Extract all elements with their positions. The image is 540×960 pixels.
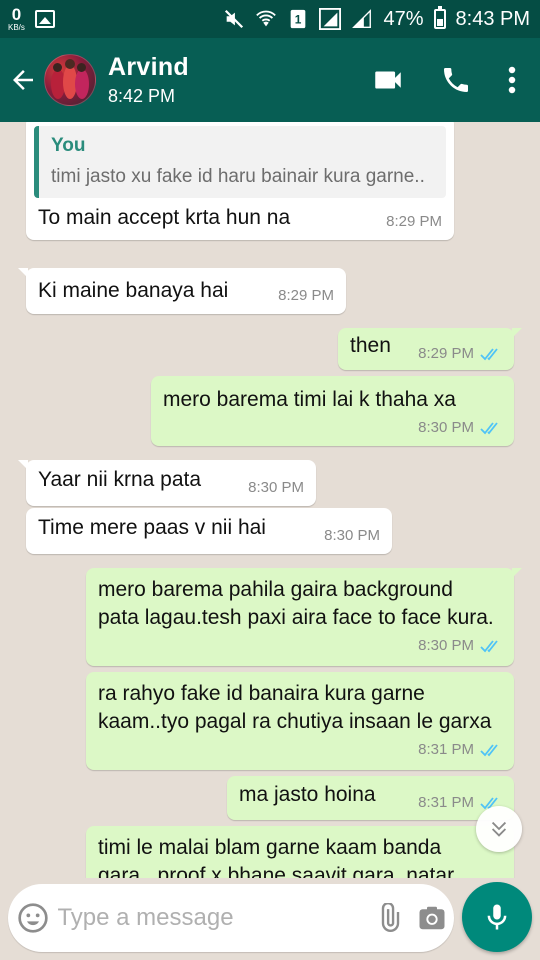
message-bubble-outgoing[interactable]: then 8:29 PM bbox=[338, 328, 522, 370]
message-text: Ki maine banaya hai bbox=[38, 279, 229, 302]
message-bubble-outgoing[interactable]: ra rahyo fake id banaira kura garne kaam… bbox=[86, 672, 514, 770]
more-options-button[interactable] bbox=[490, 50, 534, 110]
message-time: 8:29 PM bbox=[386, 213, 442, 230]
message-meta: 8:29 PM bbox=[418, 340, 502, 368]
gallery-notification-icon bbox=[34, 10, 55, 28]
quote-text: timi jasto xu fake id haru bainair kura … bbox=[51, 166, 425, 187]
paperclip-icon bbox=[381, 903, 400, 932]
wifi-icon bbox=[256, 10, 277, 27]
message-text: mero barema timi lai k thaha xa bbox=[163, 388, 456, 411]
read-receipt-icon bbox=[480, 640, 498, 653]
message-bubble-outgoing[interactable]: mero barema timi lai k thaha xa 8:30 PM bbox=[151, 376, 514, 446]
mute-icon bbox=[225, 9, 244, 29]
voice-message-button[interactable] bbox=[462, 882, 532, 952]
read-receipt-icon bbox=[480, 422, 498, 435]
camera-button[interactable] bbox=[411, 903, 454, 933]
signal-2-icon bbox=[352, 9, 372, 28]
camera-icon bbox=[419, 906, 445, 930]
message-text: ma jasto hoina bbox=[239, 783, 376, 806]
message-bubble-incoming[interactable]: Yaar nii krna pata 8:30 PM bbox=[18, 460, 316, 506]
emoji-button[interactable] bbox=[8, 902, 57, 934]
microphone-icon bbox=[487, 904, 507, 930]
scroll-to-bottom-button[interactable] bbox=[476, 806, 522, 852]
message-composer bbox=[8, 884, 454, 952]
message-time: 8:29 PM bbox=[278, 287, 334, 304]
status-left: 0 KB/s bbox=[8, 6, 55, 32]
read-receipt-icon bbox=[480, 348, 498, 361]
emoji-icon bbox=[18, 903, 48, 933]
avatar[interactable] bbox=[44, 54, 96, 106]
message-time: 8:30 PM bbox=[418, 637, 474, 654]
clock: 8:43 PM bbox=[455, 7, 530, 30]
video-call-button[interactable] bbox=[354, 50, 422, 110]
quoted-message[interactable]: You timi jasto xu fake id haru bainair k… bbox=[34, 126, 446, 198]
more-options-icon bbox=[508, 66, 516, 94]
message-time: 8:31 PM bbox=[418, 794, 474, 811]
message-text: mero barema pahila gaira background pata… bbox=[98, 578, 494, 629]
quote-author: You bbox=[51, 135, 86, 156]
status-bar: 0 KB/s 1 47% 8:43 PM bbox=[0, 0, 540, 38]
voice-call-icon bbox=[444, 68, 468, 92]
message-text: ra rahyo fake id banaira kura garne kaam… bbox=[98, 682, 492, 733]
message-bubble-outgoing[interactable]: ma jasto hoina 8:31 PM bbox=[227, 776, 514, 820]
video-call-icon bbox=[375, 71, 401, 89]
message-time: 8:30 PM bbox=[418, 419, 474, 436]
signal-icon bbox=[319, 8, 342, 30]
message-text: To main accept krta hun na bbox=[38, 206, 291, 229]
message-text: timi le malai blam garne kaam banda gara… bbox=[98, 836, 455, 878]
message-bubble-incoming[interactable]: Time mere paas v nii hai 8:30 PM bbox=[26, 508, 392, 554]
read-receipt-icon bbox=[480, 744, 498, 757]
message-bubble-outgoing[interactable]: mero barema pahila gaira background pata… bbox=[86, 568, 522, 666]
battery-percent: 47% bbox=[383, 7, 424, 30]
battery-icon bbox=[433, 6, 446, 29]
message-meta: 8:30 PM bbox=[418, 414, 502, 442]
network-speed-unit: KB/s bbox=[8, 23, 25, 32]
header-actions bbox=[354, 50, 534, 110]
message-text: Time mere paas v nii hai bbox=[38, 516, 266, 539]
message-bubble-incoming[interactable]: You timi jasto xu fake id haru bainair k… bbox=[26, 122, 454, 240]
status-right: 1 47% 8:43 PM bbox=[223, 6, 530, 31]
network-speed: 0 KB/s bbox=[8, 6, 25, 32]
message-time: 8:31 PM bbox=[418, 741, 474, 758]
chat-area[interactable]: You timi jasto xu fake id haru bainair k… bbox=[0, 122, 540, 878]
last-seen: 8:42 PM bbox=[108, 86, 176, 106]
message-text: then bbox=[350, 334, 391, 357]
sim-1-icon: 1 bbox=[291, 9, 306, 29]
message-meta: 8:30 PM bbox=[418, 632, 502, 660]
double-chevron-down-icon bbox=[491, 821, 507, 837]
message-time: 8:30 PM bbox=[324, 527, 380, 544]
message-bubble-incoming[interactable]: Ki maine banaya hai 8:29 PM bbox=[18, 268, 346, 314]
message-meta: 8:31 PM bbox=[418, 736, 502, 764]
message-bubble-outgoing[interactable]: timi le malai blam garne kaam banda gara… bbox=[86, 826, 514, 878]
contact-info[interactable]: Arvind 8:42 PM bbox=[108, 53, 354, 107]
message-time: 8:30 PM bbox=[248, 479, 304, 496]
message-time: 8:29 PM bbox=[418, 345, 474, 362]
message-text: Yaar nii krna pata bbox=[38, 468, 202, 491]
attach-button[interactable] bbox=[367, 903, 410, 933]
network-speed-value: 0 bbox=[11, 5, 22, 24]
svg-text:1: 1 bbox=[295, 13, 302, 27]
back-arrow-icon bbox=[13, 70, 33, 90]
chat-header: Arvind 8:42 PM bbox=[0, 38, 540, 122]
message-input[interactable] bbox=[57, 904, 368, 932]
voice-call-button[interactable] bbox=[422, 50, 490, 110]
contact-name: Arvind bbox=[108, 53, 189, 81]
back-button[interactable] bbox=[2, 38, 44, 122]
